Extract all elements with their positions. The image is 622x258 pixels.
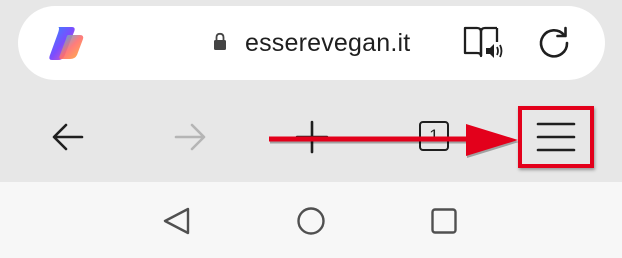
url-text[interactable]: esserevegan.it (245, 27, 410, 59)
nav-back-icon[interactable] (160, 206, 194, 236)
reload-icon[interactable] (536, 25, 572, 61)
address-bar[interactable]: esserevegan.it (18, 6, 605, 80)
system-navigation-bar (0, 182, 622, 258)
nav-home-icon[interactable] (296, 206, 326, 236)
lock-icon (214, 32, 226, 50)
menu-highlight-box (518, 106, 594, 168)
nav-recents-icon[interactable] (430, 207, 458, 235)
back-icon[interactable] (50, 119, 86, 155)
forward-icon[interactable] (172, 119, 208, 155)
reader-mode-icon[interactable] (462, 22, 504, 60)
annotation-arrow (269, 124, 519, 158)
copilot-logo-icon[interactable] (46, 25, 86, 61)
